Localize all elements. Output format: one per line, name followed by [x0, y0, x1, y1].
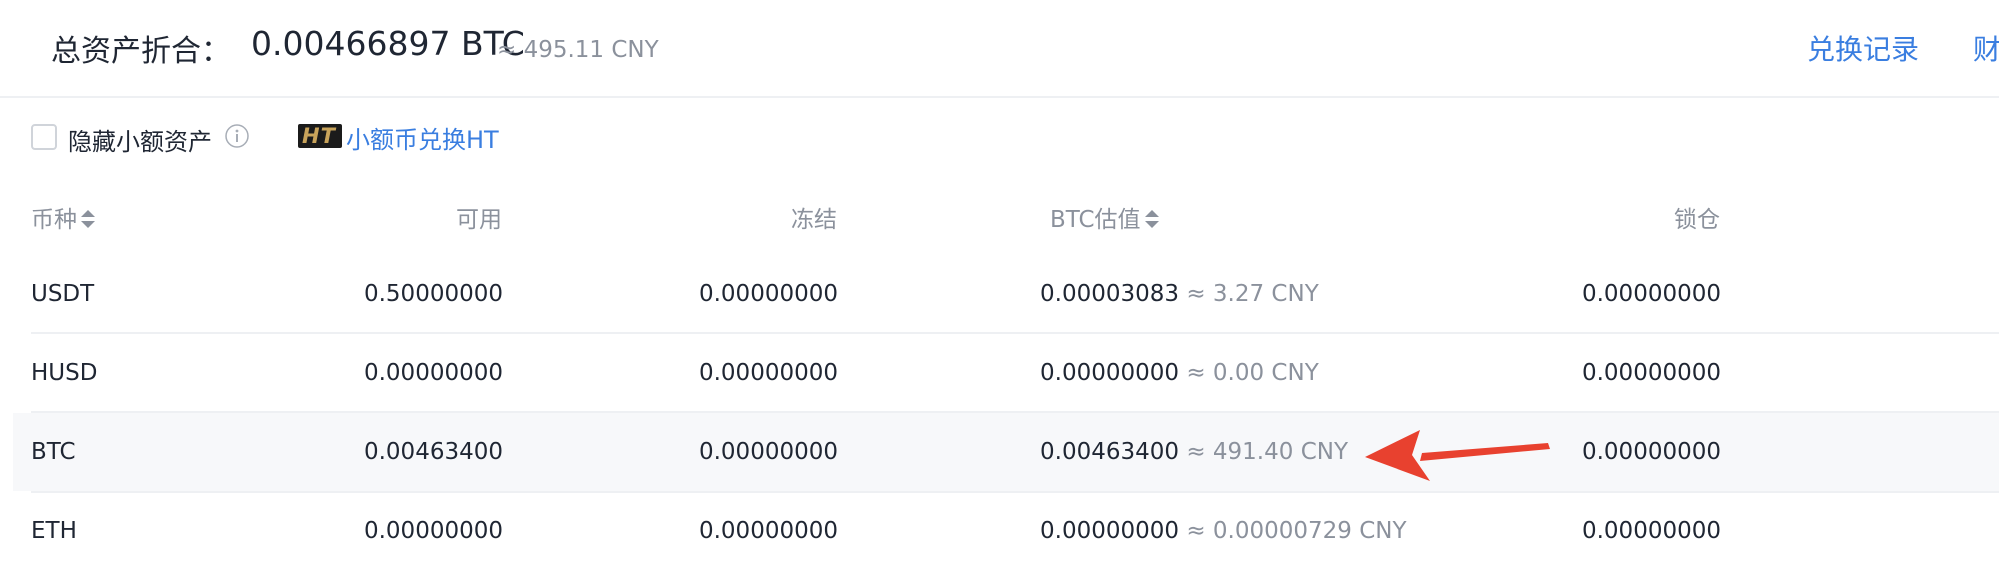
btc-value: 0.00000000 ≈ 0.00000729 CNY [1040, 518, 1407, 544]
coin-name: USDT [31, 281, 95, 307]
available-value: 0.50000000 [363, 281, 503, 307]
frozen-value: 0.00000000 [698, 439, 838, 465]
cny-approx: ≈ 0.00 CNY [1186, 360, 1319, 386]
ht-badge-text: HT [302, 124, 336, 148]
coin-name: BTC [31, 439, 76, 465]
locked-value: 0.00000000 [1581, 518, 1721, 544]
convert-small-to-ht-link[interactable]: 小额币兑换HT [346, 120, 499, 155]
frozen-value: 0.00000000 [698, 518, 838, 544]
column-header-btc-value[interactable]: BTC估值 [1050, 200, 1161, 234]
column-header-coin[interactable]: 币种 [31, 200, 97, 234]
btc-value-amount: 0.00463400 [1040, 439, 1180, 465]
available-value: 0.00000000 [363, 360, 503, 386]
hide-small-assets-checkbox[interactable] [31, 124, 57, 150]
cny-approx: ≈ 491.40 CNY [1186, 439, 1349, 465]
total-assets-cny: ≈ 495.11 CNY [497, 37, 659, 63]
cny-approx: ≈ 3.27 CNY [1186, 281, 1319, 307]
btc-value: 0.00000000 ≈ 0.00 CNY [1040, 360, 1319, 386]
red-arrow-annotation [1365, 430, 1550, 481]
column-header-btc-value-label: BTC估值 [1050, 207, 1141, 233]
exchange-history-link[interactable]: 兑换记录 [1807, 28, 1919, 68]
column-header-coin-label: 币种 [31, 207, 77, 233]
btc-value-amount: 0.00000000 [1040, 360, 1180, 386]
available-value: 0.00463400 [363, 439, 503, 465]
column-header-frozen: 冻结 [791, 207, 837, 233]
btc-value: 0.00463400 ≈ 491.40 CNY [1040, 439, 1348, 465]
column-header-available: 可用 [456, 207, 502, 233]
locked-value: 0.00000000 [1581, 360, 1721, 386]
column-header-locked: 锁仓 [1674, 207, 1720, 233]
hide-small-assets-label[interactable]: 隐藏小额资产 [68, 122, 212, 157]
info-icon[interactable] [224, 123, 250, 149]
btc-value: 0.00003083 ≈ 3.27 CNY [1040, 281, 1319, 307]
frozen-value: 0.00000000 [698, 281, 838, 307]
available-value: 0.00000000 [363, 518, 503, 544]
finance-link[interactable]: 财 [1973, 28, 1999, 68]
total-assets-label: 总资产折合： [51, 34, 231, 69]
sort-icon[interactable] [79, 207, 97, 231]
btc-value-amount: 0.00000000 [1040, 518, 1180, 544]
ht-logo-badge: HT [298, 124, 342, 148]
sort-icon[interactable] [1143, 207, 1161, 231]
coin-name: ETH [31, 518, 77, 544]
cny-approx: ≈ 0.00000729 CNY [1186, 518, 1407, 544]
coin-name: HUSD [31, 360, 98, 386]
frozen-value: 0.00000000 [698, 360, 838, 386]
locked-value: 0.00000000 [1581, 281, 1721, 307]
btc-value-amount: 0.00003083 [1040, 281, 1180, 307]
total-assets-btc: 0.00466897 BTC [251, 24, 525, 63]
asset-summary-bar: 总资产折合： 0.00466897 BTC ≈ 495.11 CNY 兑换记录 … [0, 0, 1999, 98]
